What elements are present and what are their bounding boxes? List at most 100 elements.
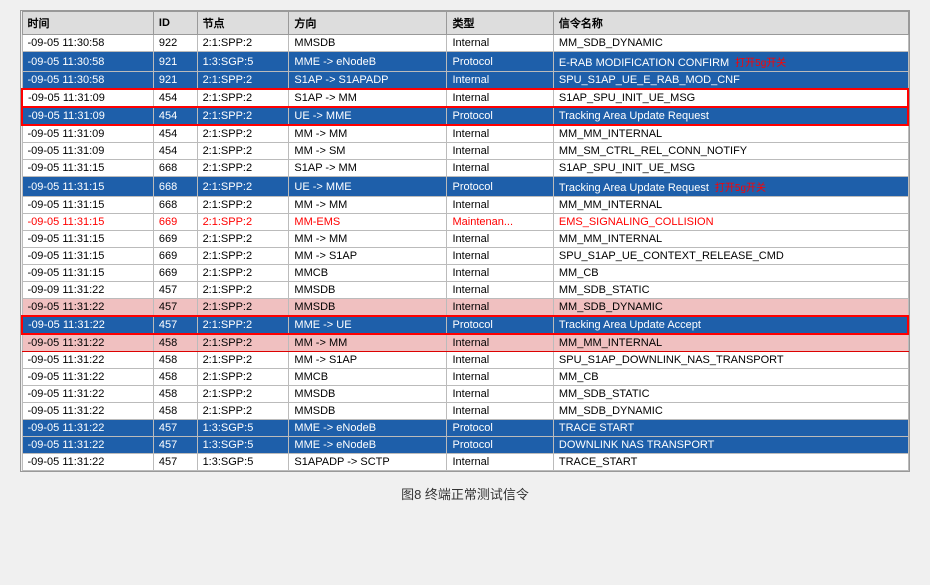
- table-row: -09-05 11:31:224572:1:SPP:2MMSDBInternal…: [22, 299, 908, 317]
- cell-node: 2:1:SPP:2: [197, 299, 289, 317]
- cell-time: -09-05 11:31:15: [22, 197, 153, 214]
- table-row: -09-05 11:31:224582:1:SPP:2MMSDBInternal…: [22, 403, 908, 420]
- cell-dir: UE -> MME: [289, 177, 447, 197]
- figure-caption: 图8 终端正常测试信令: [401, 484, 529, 503]
- cell-dir: MMSDB: [289, 299, 447, 317]
- cell-id: 922: [153, 35, 197, 52]
- cell-node: 2:1:SPP:2: [197, 107, 289, 125]
- cell-node: 2:1:SPP:2: [197, 177, 289, 197]
- cell-time: -09-05 11:31:22: [22, 454, 153, 471]
- cell-name: E-RAB MODIFICATION CONFIRM打开5g开关: [553, 52, 908, 72]
- cell-type: Internal: [447, 454, 553, 471]
- cell-dir: MMSDB: [289, 403, 447, 420]
- cell-node: 2:1:SPP:2: [197, 316, 289, 334]
- cell-type: Internal: [447, 282, 553, 299]
- cell-time: -09-05 11:31:22: [22, 299, 153, 317]
- cell-node: 2:1:SPP:2: [197, 125, 289, 143]
- cell-name: MM_CB: [553, 369, 908, 386]
- table-row: -09-05 11:31:156692:1:SPP:2MMCBInternalM…: [22, 265, 908, 282]
- cell-id: 457: [153, 437, 197, 454]
- cell-name: MM_SDB_DYNAMIC: [553, 299, 908, 317]
- cell-id: 458: [153, 386, 197, 403]
- table-row: -09-05 11:31:156692:1:SPP:2MM -> S1APInt…: [22, 248, 908, 265]
- cell-name: TRACE_START: [553, 454, 908, 471]
- table-row: -09-05 11:31:094542:1:SPP:2MM -> SMInter…: [22, 143, 908, 160]
- cell-time: -09-05 11:30:58: [22, 72, 153, 90]
- cell-name: EMS_SIGNALING_COLLISION: [553, 214, 908, 231]
- annotation-text: 打开5g开关: [715, 183, 766, 194]
- cell-node: 1:3:SGP:5: [197, 437, 289, 454]
- cell-type: Maintenan...: [447, 214, 553, 231]
- cell-name: TRACE START: [553, 420, 908, 437]
- cell-id: 668: [153, 160, 197, 177]
- cell-type: Protocol: [447, 420, 553, 437]
- cell-node: 2:1:SPP:2: [197, 89, 289, 107]
- col-node: 节点: [197, 12, 289, 35]
- cell-id: 457: [153, 454, 197, 471]
- cell-id: 457: [153, 420, 197, 437]
- cell-time: -09-05 11:31:22: [22, 316, 153, 334]
- cell-type: Internal: [447, 125, 553, 143]
- cell-dir: MMCB: [289, 265, 447, 282]
- cell-name: MM_MM_INTERNAL: [553, 125, 908, 143]
- cell-dir: MME -> eNodeB: [289, 437, 447, 454]
- table-row: -09-05 11:31:224572:1:SPP:2MME -> UEProt…: [22, 316, 908, 334]
- cell-time: -09-05 11:31:09: [22, 107, 153, 125]
- cell-time: -09-05 11:31:15: [22, 265, 153, 282]
- cell-id: 668: [153, 197, 197, 214]
- table-row: -09-05 11:31:156682:1:SPP:2MM -> MMInter…: [22, 197, 908, 214]
- cell-name: MM_MM_INTERNAL: [553, 231, 908, 248]
- cell-node: 1:3:SGP:5: [197, 52, 289, 72]
- cell-node: 2:1:SPP:2: [197, 214, 289, 231]
- cell-name: MM_SDB_DYNAMIC: [553, 403, 908, 420]
- cell-node: 2:1:SPP:2: [197, 334, 289, 352]
- cell-name: S1AP_SPU_INIT_UE_MSG: [553, 89, 908, 107]
- table-row: -09-05 11:31:224582:1:SPP:2MM -> MMInter…: [22, 334, 908, 352]
- table-row: -09-05 11:31:094542:1:SPP:2UE -> MMEProt…: [22, 107, 908, 125]
- cell-dir: S1AP -> MM: [289, 160, 447, 177]
- cell-type: Internal: [447, 265, 553, 282]
- cell-time: -09-05 11:31:15: [22, 177, 153, 197]
- cell-id: 668: [153, 177, 197, 197]
- cell-type: Protocol: [447, 107, 553, 125]
- cell-name: MM_MM_INTERNAL: [553, 197, 908, 214]
- cell-id: 457: [153, 316, 197, 334]
- table-row: -09-05 11:31:224582:1:SPP:2MMSDBInternal…: [22, 386, 908, 403]
- cell-type: Internal: [447, 35, 553, 52]
- cell-dir: MME -> eNodeB: [289, 52, 447, 72]
- cell-time: -09-05 11:31:09: [22, 143, 153, 160]
- cell-id: 454: [153, 125, 197, 143]
- table-row: -09-05 11:31:156692:1:SPP:2MM -> MMInter…: [22, 231, 908, 248]
- signal-table: 时间 ID 节点 方向 类型 信令名称 -09-05 11:30:589222:…: [20, 10, 910, 472]
- cell-type: Protocol: [447, 177, 553, 197]
- cell-id: 457: [153, 299, 197, 317]
- cell-id: 458: [153, 352, 197, 369]
- cell-time: -09-05 11:30:58: [22, 35, 153, 52]
- table-row: -09-09 11:31:224572:1:SPP:2MMSDBInternal…: [22, 282, 908, 299]
- table-row: -09-05 11:31:224571:3:SGP:5MME -> eNodeB…: [22, 420, 908, 437]
- cell-node: 2:1:SPP:2: [197, 403, 289, 420]
- cell-type: Internal: [447, 143, 553, 160]
- cell-time: -09-05 11:31:09: [22, 125, 153, 143]
- cell-id: 669: [153, 214, 197, 231]
- cell-time: -09-05 11:31:22: [22, 334, 153, 352]
- cell-id: 457: [153, 282, 197, 299]
- cell-node: 2:1:SPP:2: [197, 143, 289, 160]
- cell-time: -09-05 11:31:22: [22, 437, 153, 454]
- cell-time: -09-05 11:31:15: [22, 160, 153, 177]
- cell-node: 2:1:SPP:2: [197, 352, 289, 369]
- cell-dir: MME -> UE: [289, 316, 447, 334]
- cell-dir: MM -> MM: [289, 197, 447, 214]
- cell-dir: MM-EMS: [289, 214, 447, 231]
- cell-time: -09-05 11:31:22: [22, 386, 153, 403]
- cell-name: MM_SDB_STATIC: [553, 386, 908, 403]
- cell-name: SPU_S1AP_DOWNLINK_NAS_TRANSPORT: [553, 352, 908, 369]
- table-row: -09-05 11:31:156692:1:SPP:2MM-EMSMainten…: [22, 214, 908, 231]
- table-row: -09-05 11:31:094542:1:SPP:2S1AP -> MMInt…: [22, 89, 908, 107]
- cell-id: 458: [153, 403, 197, 420]
- cell-id: 669: [153, 265, 197, 282]
- table-row: -09-05 11:31:224571:3:SGP:5S1APADP -> SC…: [22, 454, 908, 471]
- table-row: -09-05 11:30:589222:1:SPP:2MMSDBInternal…: [22, 35, 908, 52]
- cell-dir: S1AP -> S1APADP: [289, 72, 447, 90]
- cell-id: 669: [153, 231, 197, 248]
